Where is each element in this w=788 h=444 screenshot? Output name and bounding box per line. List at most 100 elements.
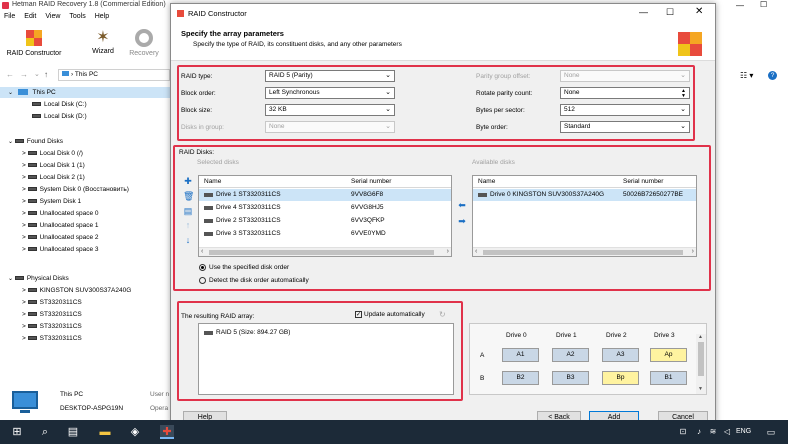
radio-detect-order[interactable]: Detect the disk order automatically [199,277,309,284]
dialog-close-icon[interactable]: ✕ [695,6,703,17]
result-list[interactable]: RAID 5 (Size: 894.27 GB) [198,323,454,395]
add-disk-icon[interactable]: ✚ [183,176,193,186]
scroll-thumb[interactable] [698,342,704,376]
column-name[interactable]: Name [204,178,221,185]
language-indicator[interactable]: ENG [736,428,751,435]
available-disks-list[interactable]: Name Serial number Drive 0 KINGSTON SUV3… [472,175,697,257]
radio-specified-order[interactable]: Use the specified disk order [199,264,289,271]
rotate-parity-stepper[interactable]: None ▲ ▼ [560,87,690,99]
tree-item[interactable]: > Unallocated space 2 [22,234,99,241]
file-explorer-icon[interactable]: ▬ [98,425,112,439]
block-size-select[interactable]: 32 KB ⌄ [265,104,395,116]
selected-disks-list[interactable]: Name Serial number Drive 1 ST3320311CS 9… [198,175,452,257]
scroll-left-icon[interactable]: ‹ [475,248,477,255]
recovery-button[interactable]: Recovery [126,28,162,57]
lifebuoy-icon [135,29,153,47]
menu-help[interactable]: Help [95,13,109,20]
column-name[interactable]: Name [478,178,495,185]
forward-icon[interactable]: → [20,70,28,79]
tree-item[interactable]: > System Disk 1 [22,198,81,205]
properties-icon[interactable]: ▤ [183,206,193,216]
tree-item[interactable]: > System Disk 0 (Восстановить) [22,186,129,193]
tree-item[interactable]: > Local Disk 1 (1) [22,162,85,169]
byte-order-select[interactable]: Standard ⌄ [560,121,690,133]
delete-icon[interactable]: 🗑 [183,191,194,201]
vertical-scrollbar[interactable]: ▲ ▼ [696,334,706,394]
table-row[interactable]: Drive 2 ST3320311CS 6VV3QFKP [199,215,451,227]
raid-constructor-button[interactable]: RAID Constructor [4,28,64,57]
horizontal-scrollbar[interactable]: ‹ › [473,247,696,256]
tree-item[interactable]: > ST3320311CS [22,323,82,330]
menu-edit[interactable]: Edit [24,13,36,20]
scroll-right-icon[interactable]: › [447,248,449,255]
menu-view[interactable]: View [45,13,60,20]
view-options-icon[interactable]: ☷ ▾ [740,71,753,80]
speaker-icon[interactable]: ◁ [720,425,734,439]
bytes-per-sector-select[interactable]: 512 ⌄ [560,104,690,116]
tree-item[interactable]: > Unallocated space 1 [22,222,99,229]
dropdown-icon[interactable]: ⌄ [34,70,40,78]
tree-item[interactable]: > Local Disk 2 (1) [22,174,85,181]
network-icon[interactable]: ⊡ [676,425,690,439]
tree-item[interactable]: > Unallocated space 3 [22,246,99,253]
table-row[interactable]: Drive 0 KINGSTON SUV300S37A240G 50026B72… [473,189,696,201]
scroll-right-icon[interactable]: › [692,248,694,255]
scroll-up-icon[interactable]: ▲ [698,334,703,340]
scroll-thumb[interactable] [209,250,434,255]
back-icon[interactable]: ← [6,70,14,79]
app-icon[interactable]: ◈ [128,425,142,439]
move-down-icon[interactable]: ↓ [183,235,193,245]
menu-tools[interactable]: Tools [69,13,85,20]
tree-item[interactable]: > Local Disk 0 (/) [22,150,83,157]
address-bar[interactable]: › This PC [58,69,170,81]
search-icon[interactable]: ⌕ [38,425,52,439]
scroll-left-icon[interactable]: ‹ [201,248,203,255]
volume-icon[interactable]: ♪ [692,425,706,439]
horizontal-scrollbar[interactable]: ‹ › [199,247,451,256]
dialog-minimize-icon[interactable]: — [639,7,648,17]
table-row[interactable]: Drive 1 ST3320311CS 9VV8G6F8 [199,189,451,201]
tree-item[interactable]: > KINGSTON SUV300S37A240G [22,287,131,294]
tree-item[interactable]: > ST3320311CS [22,311,82,318]
disk-icon [204,206,213,210]
result-item[interactable]: RAID 5 (Size: 894.27 GB) [199,327,453,339]
grid-col-1: Drive 1 [556,332,577,339]
minimize-icon[interactable]: — [736,1,744,10]
arrow-right-icon[interactable]: ➡ [457,216,467,226]
wizard-button[interactable]: ✶ Wizard [86,28,120,55]
update-automatically-checkbox[interactable]: ✓ Update automatically [355,311,425,318]
menu-file[interactable]: File [4,13,15,20]
scroll-thumb[interactable] [483,250,683,255]
scroll-down-icon[interactable]: ▼ [698,386,703,392]
tree-item[interactable]: > ST3320311CS [22,335,82,342]
task-view-icon[interactable]: ▤ [66,425,80,439]
parity-offset-select[interactable]: None ⌄ [560,70,690,82]
wifi-icon[interactable]: ≋ [706,425,720,439]
windows-start-icon[interactable]: ⊞ [10,425,24,439]
arrow-left-icon[interactable]: ⬅ [457,200,467,210]
tree-item[interactable]: > ST3320311CS [22,299,82,306]
help-icon[interactable]: ? [768,71,777,80]
refresh-icon[interactable]: ↻ [439,310,446,319]
tree-physical-disks[interactable]: ⌄ Physical Disks [8,275,69,282]
column-serial[interactable]: Serial number [351,178,391,185]
spin-arrows-icon[interactable]: ▲ ▼ [681,89,686,99]
block-order-select[interactable]: Left Synchronous ⌄ [265,87,395,99]
maximize-icon[interactable]: ☐ [760,0,767,9]
disks-in-group-select[interactable]: None ⌄ [265,121,395,133]
tree-item[interactable]: > Unallocated space 0 [22,210,99,217]
tree-item[interactable]: Local Disk (C:) [32,101,87,108]
tree-this-pc[interactable]: ⌄ This PC [0,87,175,98]
table-row[interactable]: Drive 4 ST3320311CS 6VVG8HJ5 [199,202,451,214]
up-icon[interactable]: ↑ [44,70,48,79]
notifications-icon[interactable]: ▭ [764,425,778,439]
tree-found-disks[interactable]: ⌄ Found Disks [8,138,63,145]
raid-recovery-taskbar-icon[interactable]: ✚ [160,425,174,439]
column-serial[interactable]: Serial number [623,178,663,185]
move-up-icon[interactable]: ↑ [183,220,193,230]
dialog-maximize-icon[interactable]: ☐ [666,7,674,18]
windows-taskbar: ⊞ ⌕ ▤ ▬ ◈ ✚ ⊡ ♪ ≋ ◁ ENG ▭ [0,420,788,444]
table-row[interactable]: Drive 3 ST3320311CS 6VVE0YMD [199,228,451,240]
raid-type-select[interactable]: RAID 5 (Parity) ⌄ [265,70,395,82]
tree-item[interactable]: Local Disk (D:) [32,113,87,120]
